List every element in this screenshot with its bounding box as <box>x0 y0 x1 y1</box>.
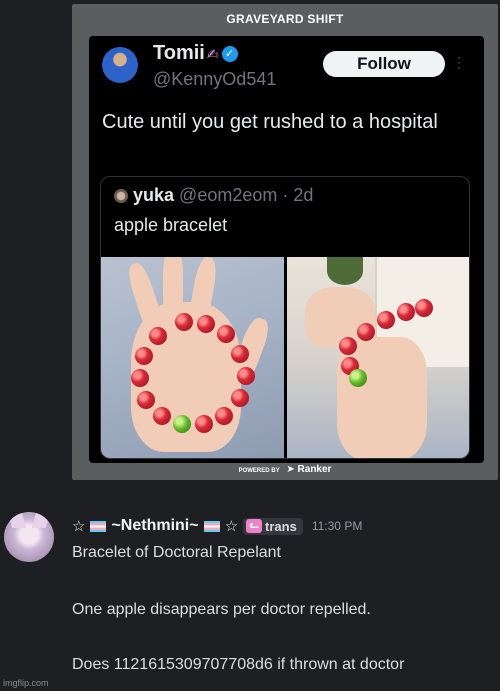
quote-header: yuka @eom2eom · 2d <box>133 185 313 206</box>
verified-badge-icon: ✓ <box>221 46 238 62</box>
apple-bead <box>215 407 233 425</box>
apple-bead <box>197 315 215 333</box>
more-options-icon: · · · <box>457 50 461 74</box>
imgflip-watermark: imgflip.com <box>3 678 49 688</box>
cat-icon: ᓚ <box>246 519 263 533</box>
writing-hand-emoji-icon: ✍ <box>206 46 219 62</box>
star-icon: ☆ <box>224 518 239 535</box>
tweet-card: Tomii ✍ ✓ @KennyOd541 Follow · · · Cute unti… <box>89 36 484 463</box>
meme-image[interactable]: GRAVEYARD SHIFT Tomii ✍ ✓ @KennyOd541 Foll… <box>72 4 498 480</box>
message-header: ☆ ~Nethmini~ ☆ ᓚ trans 11:30 PM <box>72 516 362 536</box>
cat-ear-shape <box>7 512 27 528</box>
user-avatar[interactable] <box>4 512 54 562</box>
apple-bead <box>237 367 255 385</box>
quote-text: apple bracelet <box>114 215 228 235</box>
bracelet-photo-wrist <box>287 257 469 458</box>
apple-bead <box>231 345 249 363</box>
tweet-display-name: Tomii <box>153 42 205 64</box>
star-icon: ☆ <box>72 518 86 535</box>
apple-bead <box>217 325 235 343</box>
finger-shape <box>163 257 183 317</box>
quote-handle-time: @eom2eom · 2d <box>179 185 314 205</box>
apple-bead <box>339 337 357 355</box>
role-tag[interactable]: ᓚ trans <box>243 517 303 535</box>
message-line: Does 1121615309707708d6 if thrown at doc… <box>72 656 405 673</box>
tweet-author: Tomii ✍ ✓ <box>153 42 238 65</box>
apple-bead <box>415 299 433 317</box>
tweet-text: Cute until you get rushed to a hospital <box>102 111 438 133</box>
green-apple-bead <box>173 415 191 433</box>
apple-bead <box>135 347 153 365</box>
message-line: One apple disappears per doctor repelled… <box>72 601 371 618</box>
message-line: Bracelet of Doctoral Repelant <box>72 544 281 561</box>
follow-button: Follow <box>323 51 445 77</box>
apple-bead <box>195 415 213 433</box>
apple-bead <box>397 303 415 321</box>
ranker-label: Ranker <box>297 464 332 475</box>
bracelet-photo-open-hand <box>101 257 284 458</box>
finger-shape <box>124 260 166 334</box>
trans-flag-icon <box>203 520 220 532</box>
ranker-logo-icon: ➤ <box>286 464 295 475</box>
cat-ear-shape <box>31 512 51 528</box>
green-apple-bead <box>349 369 367 387</box>
powered-by-label: POWERED BY <box>238 468 280 474</box>
message-timestamp[interactable]: 11:30 PM <box>312 519 362 533</box>
quote-avatar <box>114 189 128 203</box>
username[interactable]: ~Nethmini~ <box>111 517 198 535</box>
apple-bead <box>131 369 149 387</box>
apple-bead <box>357 323 375 341</box>
apple-bead <box>137 391 155 409</box>
meme-brand-logo: GRAVEYARD SHIFT <box>226 12 344 26</box>
plant-shape <box>327 257 363 285</box>
quoted-tweet: yuka @eom2eom · 2d apple bracelet <box>100 176 470 459</box>
ranker-footer: POWERED BY ➤ Ranker <box>72 464 498 475</box>
apple-bead <box>149 327 167 345</box>
apple-bead <box>231 389 249 407</box>
tweet-avatar <box>102 47 138 83</box>
wrist-shape <box>337 337 427 458</box>
apple-bead <box>175 313 193 331</box>
quote-name: yuka <box>133 185 175 205</box>
role-tag-label: trans <box>265 518 297 534</box>
tweet-handle: @KennyOd541 <box>153 69 277 89</box>
apple-bead <box>377 311 395 329</box>
apple-bead <box>153 407 171 425</box>
trans-flag-icon <box>90 520 107 532</box>
